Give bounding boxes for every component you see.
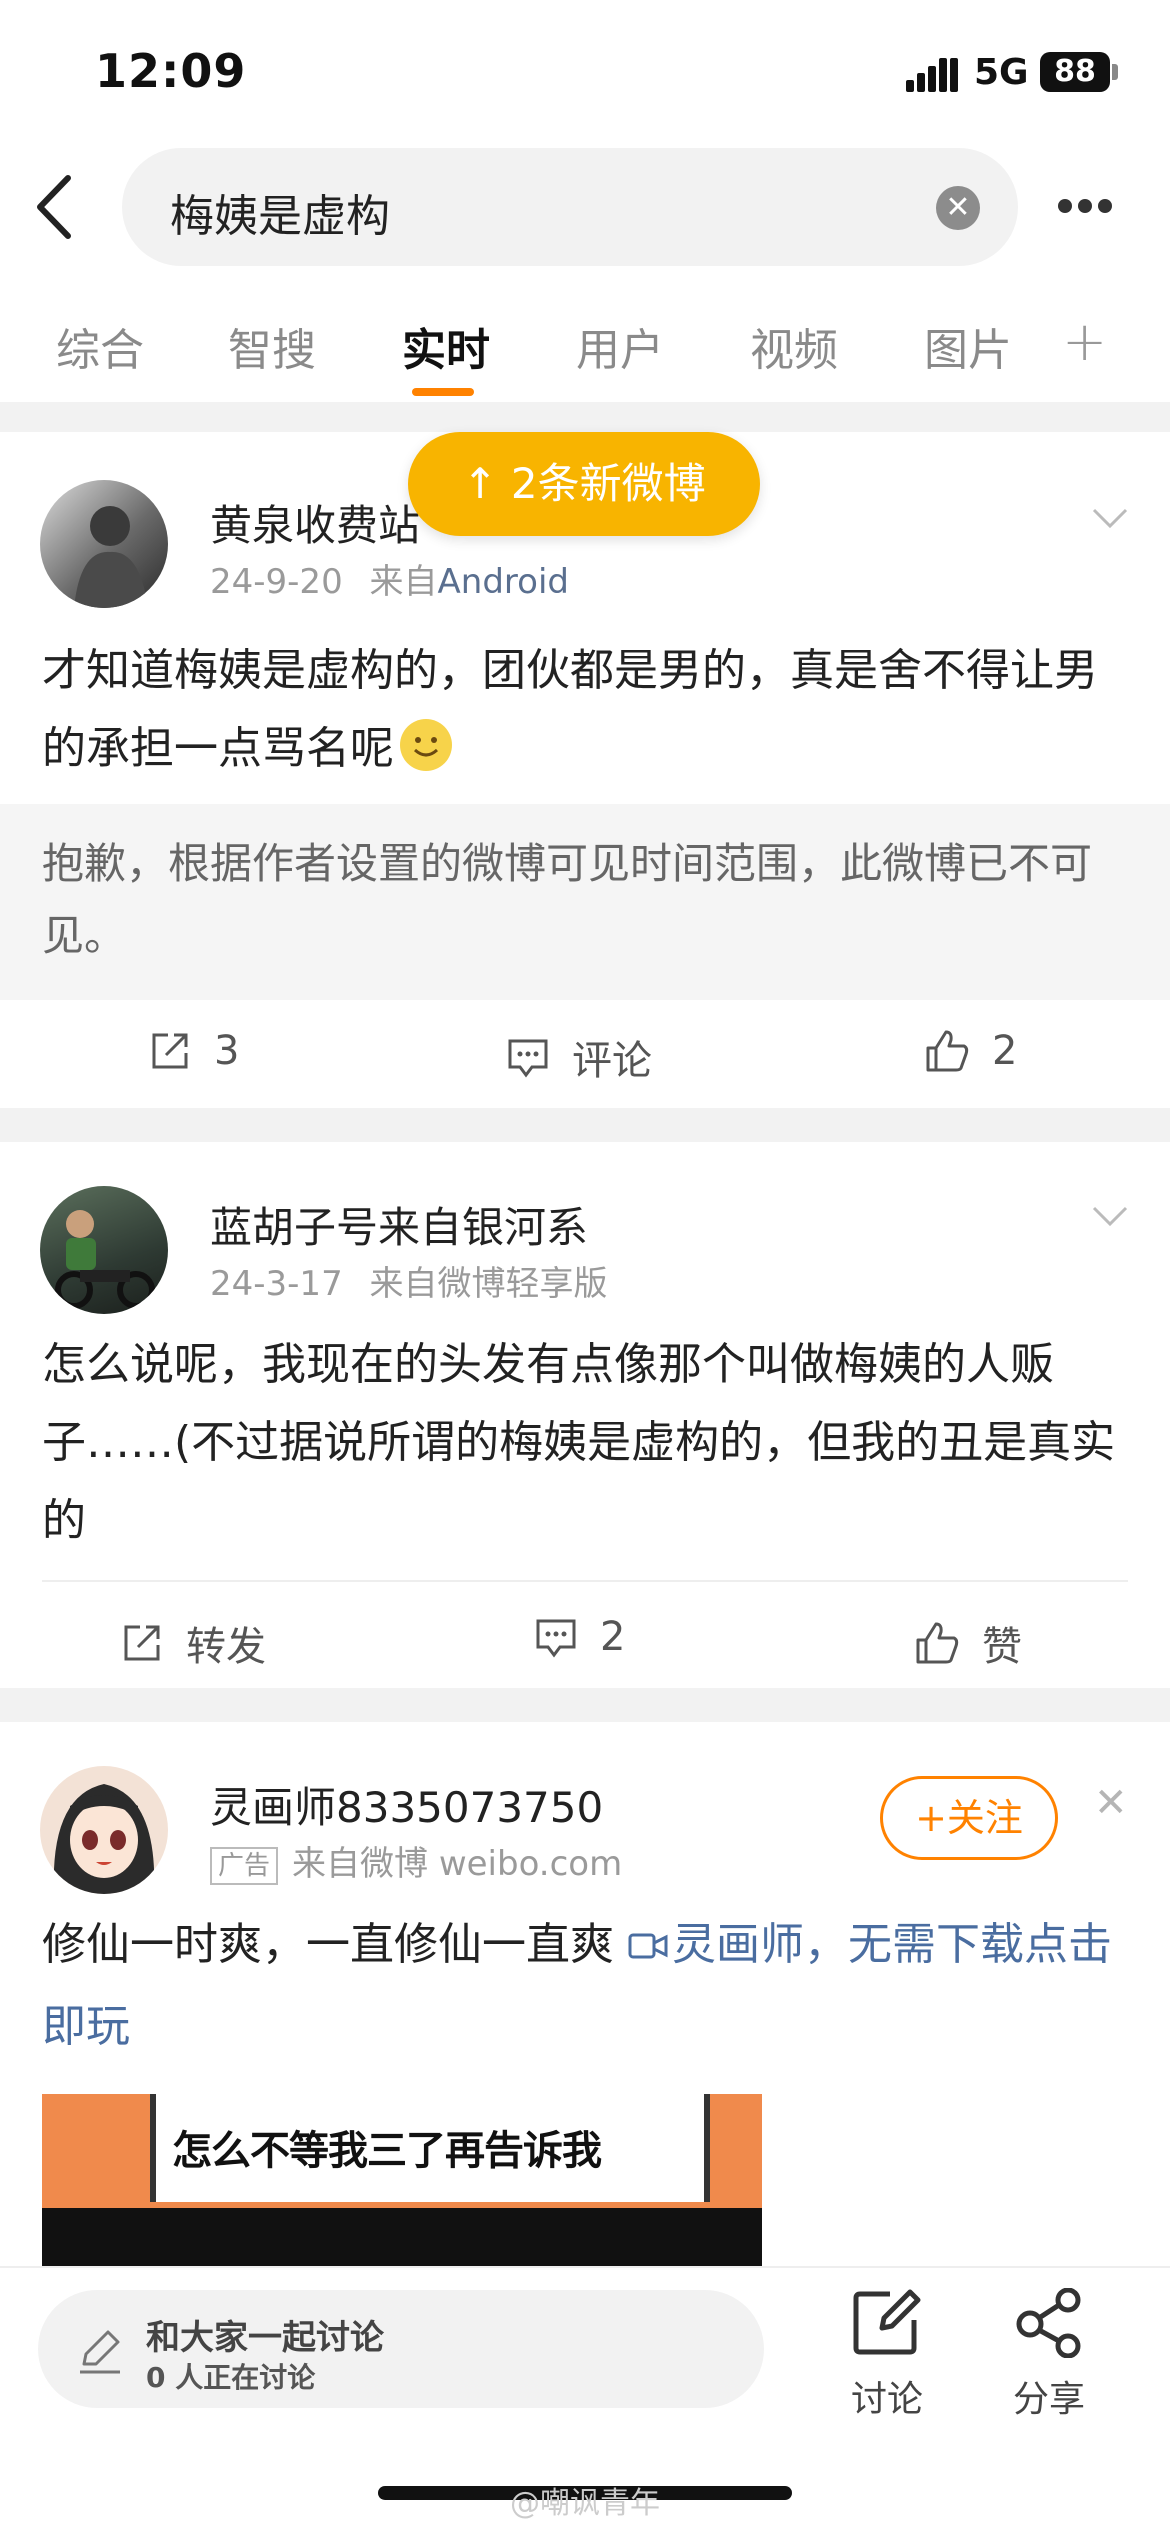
repost-label: 转发: [186, 1624, 266, 1670]
comment-button[interactable]: 2: [534, 1614, 625, 1660]
like-button[interactable]: 赞: [914, 1614, 1022, 1672]
source-prefix: 来自: [369, 562, 438, 602]
share-button[interactable]: 分享: [994, 2287, 1104, 2422]
repost-icon: [152, 1033, 188, 1069]
avatar[interactable]: [40, 1186, 168, 1314]
chevron-down-icon[interactable]: [1090, 1204, 1130, 1228]
section-gap: [0, 402, 1170, 432]
comment-icon: [536, 1619, 576, 1658]
post-actions: 转发 2 赞: [0, 1588, 1170, 1688]
author-name[interactable]: 黄泉收费站: [210, 492, 420, 553]
repost-button[interactable]: 转发: [120, 1614, 266, 1672]
discuss-icon: [853, 2289, 921, 2355]
signal-icon: [906, 58, 958, 92]
tab-videos[interactable]: 视频: [750, 314, 838, 378]
like-icon: [926, 1030, 969, 1072]
battery-indicator: 88: [1040, 52, 1110, 92]
discuss-input-title: 和大家一起讨论: [146, 2318, 384, 2358]
post-actions: 3 评论 2: [0, 1002, 1170, 1102]
post-date: 24-3-17: [210, 1264, 343, 1304]
clear-icon[interactable]: ✕: [936, 186, 980, 230]
post-meta: 24-9-20 来自Android: [210, 554, 569, 603]
comment-count: 2: [600, 1614, 626, 1660]
post-text: 才知道梅姨是虚构的，团伙都是男的，真是舍不得让男的承担一点骂名呢: [42, 632, 1132, 788]
like-icon: [916, 1622, 959, 1664]
ad-image[interactable]: 怎么不等我三了再告诉我: [42, 2094, 762, 2274]
chevron-down-icon[interactable]: [1090, 506, 1130, 530]
comment-button[interactable]: 评论: [506, 1028, 652, 1086]
status-bar: 12:09 5G 88: [0, 0, 1170, 140]
author-name[interactable]: 灵画师8335073750: [210, 1774, 603, 1835]
hidden-post-notice: 抱歉，根据作者设置的微博可见时间范围，此微博已不可见。: [0, 804, 1170, 1000]
discuss-label: 讨论: [850, 2379, 923, 2420]
share-icon: [1016, 2287, 1081, 2359]
search-tabs: 综合 智搜 实时 用户 视频 图片 +: [0, 300, 1170, 400]
close-icon[interactable]: ✕: [1094, 1780, 1128, 1826]
repost-count: 3: [214, 1028, 240, 1074]
comment-icon: [508, 1039, 548, 1078]
share-label: 分享: [1012, 2379, 1085, 2420]
new-posts-button[interactable]: ↑ 2条新微博: [408, 432, 760, 536]
source-prefix: 来自: [369, 1264, 438, 1304]
post-date: 24-9-20: [210, 562, 343, 602]
tab-users[interactable]: 用户: [576, 314, 664, 378]
tab-comprehensive[interactable]: 综合: [56, 314, 144, 378]
follow-button[interactable]: +关注: [880, 1776, 1058, 1860]
pencil-icon: [80, 2330, 120, 2374]
notice-text: 抱歉，根据作者设置的微博可见时间范围，此微博已不可见。: [42, 839, 1093, 960]
back-arrow-icon[interactable]: [30, 172, 80, 242]
section-gap: [0, 1688, 1170, 1722]
discuss-input[interactable]: 和大家一起讨论 0 人正在讨论: [38, 2290, 764, 2408]
ad-image-caption: 怎么不等我三了再告诉我: [172, 2128, 602, 2174]
post-source: 来自微博 weibo.com: [292, 1844, 623, 1884]
post-text: 怎么说呢，我现在的头发有点像那个叫做梅姨的人贩子……(不过据说所谓的梅姨是虚构的…: [42, 1339, 1116, 1546]
battery-tip: [1112, 64, 1118, 80]
post-source[interactable]: 微博轻享版: [438, 1264, 608, 1304]
repost-icon: [124, 1625, 160, 1661]
discuss-input-count: 0 人正在讨论: [146, 2361, 316, 2394]
post-text-content: 修仙一时爽，一直修仙一直爽: [42, 1919, 628, 1970]
discuss-button[interactable]: 讨论: [832, 2288, 942, 2422]
post-source[interactable]: Android: [438, 562, 569, 602]
tab-smart-search[interactable]: 智搜: [228, 314, 316, 378]
more-icon[interactable]: [1058, 198, 1128, 218]
post-meta: 24-3-17 来自微博轻享版: [210, 1256, 608, 1305]
watermark: @嘲讽青年: [510, 2486, 660, 2521]
search-input[interactable]: 梅姨是虚构 ✕: [122, 148, 1018, 266]
search-query[interactable]: 梅姨是虚构: [170, 180, 390, 244]
tab-images[interactable]: 图片: [924, 314, 1012, 378]
ad-tag: 广告: [210, 1846, 279, 1885]
repost-button[interactable]: 3: [148, 1028, 239, 1074]
network-label: 5G: [974, 52, 1029, 93]
section-gap: [0, 1108, 1170, 1142]
post-text: 修仙一时爽，一直修仙一直爽 灵画师，无需下载点击即玩: [42, 1906, 1132, 2066]
smile-emoji-icon: [400, 719, 452, 771]
avatar[interactable]: [40, 480, 168, 608]
video-link-icon: [628, 1910, 668, 1988]
post-meta: 广告 来自微博 weibo.com: [210, 1836, 622, 1885]
like-label: 赞: [982, 1624, 1022, 1670]
author-name[interactable]: 蓝胡子号来自银河系: [210, 1194, 588, 1255]
post-text-content: 才知道梅姨是虚构的，团伙都是男的，真是舍不得让男的承担一点骂名呢: [42, 645, 1098, 774]
ad-image-dark-area: [42, 2208, 762, 2274]
comment-label: 评论: [572, 1038, 652, 1084]
divider: [42, 1580, 1128, 1582]
like-count: 2: [992, 1028, 1018, 1074]
plus-icon[interactable]: +: [1062, 310, 1107, 373]
tab-realtime[interactable]: 实时: [402, 314, 490, 378]
status-time: 12:09: [95, 44, 247, 98]
active-tab-indicator: [412, 388, 474, 396]
like-button[interactable]: 2: [924, 1028, 1017, 1074]
avatar[interactable]: [40, 1766, 168, 1894]
post-card: 蓝胡子号来自银河系 24-3-17 来自微博轻享版 怎么说呢，我现在的头发有点像…: [0, 1142, 1170, 1688]
